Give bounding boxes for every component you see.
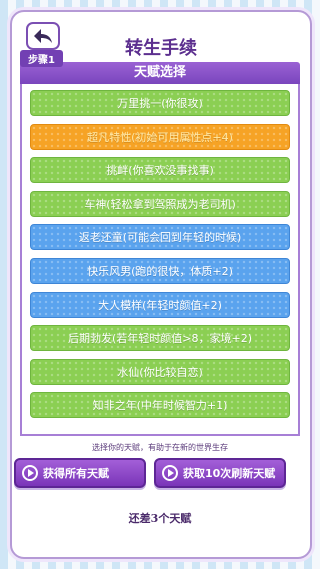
talent-option[interactable]: 水仙(你比较自恋) [30, 358, 290, 385]
talent-option[interactable]: 挑衅(你喜欢没事找事) [30, 157, 290, 184]
talent-option[interactable]: 返老还童(可能会回到年轻的时候) [30, 224, 290, 251]
refresh-talents-button[interactable]: 获取10次刷新天赋 [154, 458, 286, 488]
talent-option[interactable]: 知非之年(中年时候智力+1) [30, 392, 290, 419]
talent-option[interactable]: 后期勃发(若年轻时颜值>8，家境+2) [30, 325, 290, 352]
talent-list: 万里挑一(你很攻) 超凡特性(初始可用属性点+4) 挑衅(你喜欢没事找事) 车神(轻松… [20, 84, 300, 436]
play-circle-icon [162, 465, 178, 481]
step-badge: 步骤1 [20, 50, 63, 67]
talent-option[interactable]: 万里挑一(你很攻) [30, 90, 290, 116]
talent-option[interactable]: 快乐风男(跑的很快，体质+2) [30, 257, 290, 284]
refresh-talents-label: 获取10次刷新天赋 [183, 467, 276, 480]
get-all-talents-button[interactable]: 获得所有天赋 [14, 458, 146, 488]
play-circle-icon [22, 465, 38, 481]
talent-option[interactable]: 大人模样(年轻时颜值+2) [30, 291, 290, 318]
hint-text: 选择你的天赋，有助于在新的世界生存 [92, 443, 228, 452]
talent-option[interactable]: 超凡特性(初始可用属性点+4) [30, 123, 290, 150]
get-all-talents-label: 获得所有天赋 [43, 467, 109, 480]
talent-option[interactable]: 车神(轻松拿到驾照成为老司机) [30, 190, 290, 217]
remaining-count: 还差3个天赋 [128, 512, 192, 525]
